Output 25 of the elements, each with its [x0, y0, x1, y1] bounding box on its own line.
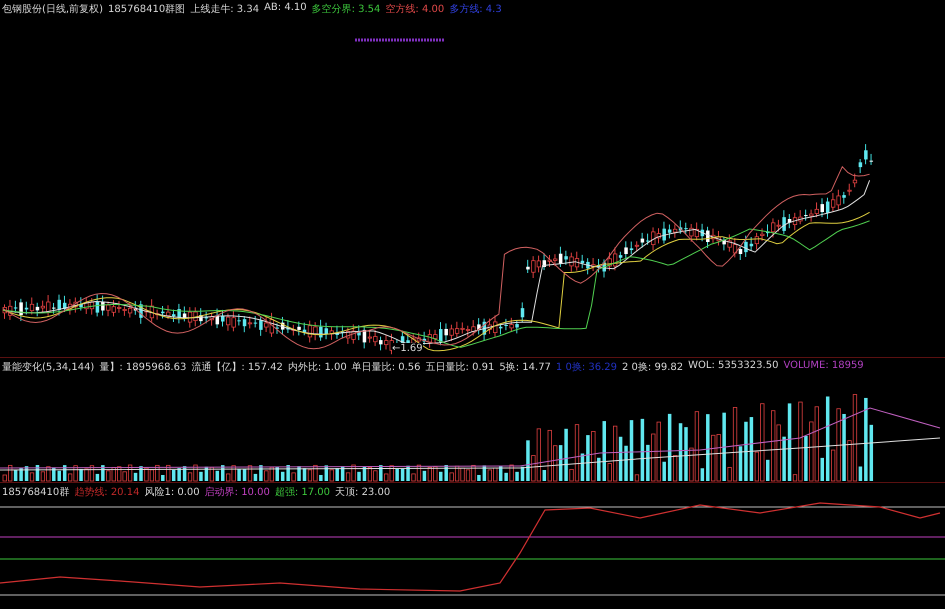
- indicator-value: 185768410群: [2, 486, 70, 499]
- stock-title: 包钢股份(日线,前复权): [2, 2, 103, 16]
- indicator-value: 多空分界: 3.54: [312, 2, 380, 16]
- indicator-value: VOLUME: 18959: [783, 360, 864, 373]
- indicator-value: 量】: 1895968.63: [99, 360, 186, 374]
- indicator-value: 185768410群图: [108, 3, 186, 16]
- indicator-value: 多方线: 4.3: [449, 2, 502, 16]
- indicator-value: WOL: 5353323.50: [688, 360, 778, 373]
- indicator-value: 内外比: 1.00: [288, 360, 347, 374]
- low-price-label: ←1.69: [392, 343, 423, 355]
- indicator-value: 5换: 14.77: [499, 361, 551, 374]
- indicator-value: 天顶: 23.00: [335, 486, 390, 499]
- indicator-value: 单日量比: 0.56: [352, 360, 421, 374]
- indicator-value: 超强: 17.00: [274, 486, 330, 499]
- indicator-value: 风险1: 0.00: [144, 486, 200, 499]
- indicator-value: 五日量比: 0.91: [426, 360, 494, 374]
- indicator-value: AB: 4.10: [264, 2, 307, 15]
- indicator-value: 2 0换: 99.82: [622, 361, 684, 374]
- indicator-value: 1 0换: 36.29: [556, 361, 618, 374]
- indicator-value: 流通【亿】: 157.42: [191, 360, 283, 374]
- indicator-value: 空方线: 4.00: [385, 2, 444, 16]
- indicator-value: 上线走牛: 3.34: [190, 2, 260, 16]
- indicator-value: 趋势线: 20.14: [74, 486, 140, 499]
- indicator-value: 启动界: 10.00: [204, 486, 270, 499]
- indicator-value: 量能变化(5,34,144): [2, 360, 94, 374]
